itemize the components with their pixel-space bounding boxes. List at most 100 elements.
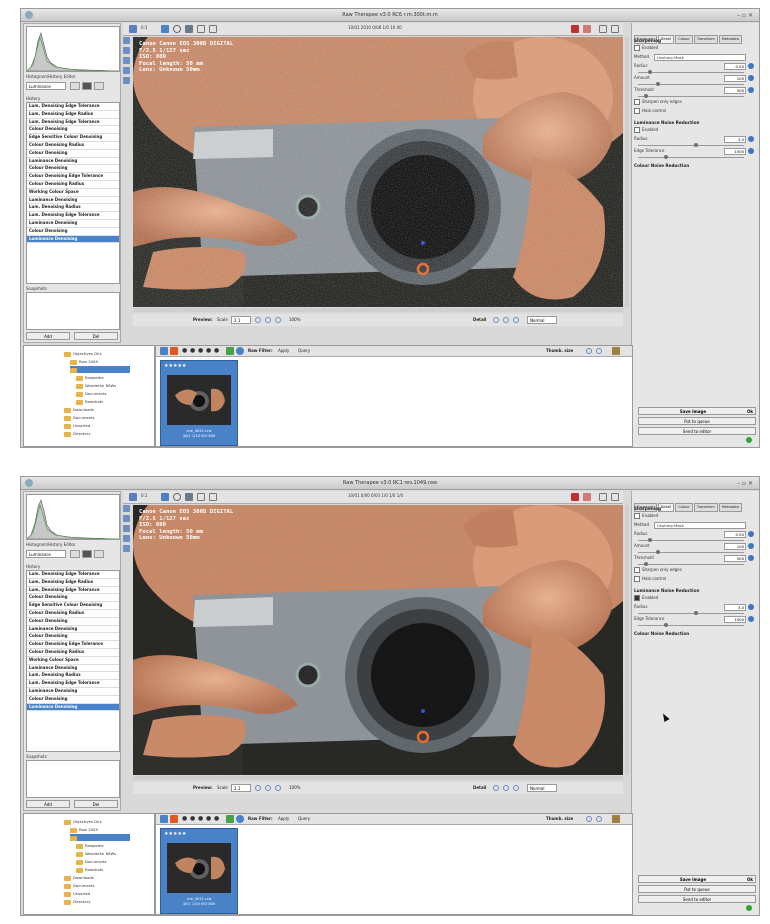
amount-slider[interactable]: Amount 100	[634, 543, 756, 555]
detail-select[interactable]: Normal	[527, 784, 557, 792]
history-item[interactable]: Luminance Denoising	[27, 665, 119, 673]
luminance-nr-enabled[interactable]: Enabled	[634, 127, 756, 136]
folder-item[interactable]: Rawpedia	[76, 374, 104, 381]
folder-item[interactable]: Downloads	[64, 406, 94, 413]
tool-icon[interactable]	[123, 57, 130, 64]
apply-label[interactable]: Apply	[278, 348, 289, 353]
threshold-slider[interactable]: Threshold 500	[634, 555, 756, 567]
window-controls[interactable]: – ▫ ✕	[737, 10, 753, 22]
radius-slider[interactable]: Radius 0.50	[634, 63, 756, 75]
snapshot-add-button[interactable]: Add	[26, 800, 70, 808]
threshold-slider[interactable]: Threshold 500	[634, 87, 756, 99]
clip-shadow-icon[interactable]	[583, 493, 591, 501]
horizontal-scrollbar[interactable]	[133, 776, 623, 780]
zoom-in-icon[interactable]	[255, 785, 261, 791]
detail-zoom-fit-icon[interactable]	[513, 785, 519, 791]
folder-item[interactable]: Rawpedia	[76, 842, 104, 849]
hist-btn-3[interactable]	[94, 550, 104, 558]
tool-icon[interactable]	[123, 67, 130, 74]
history-item[interactable]: Lum. Denoising Edge Radius	[27, 111, 119, 119]
folder-item[interactable]	[70, 366, 130, 373]
folder-item[interactable]: Objectives Dirs	[64, 350, 102, 357]
folder-item[interactable]: Wonderful RAWs	[76, 850, 116, 857]
history-item[interactable]: Colour Denoising Edge Tolerance	[27, 173, 119, 181]
history-item[interactable]: Colour Denoising Radius	[27, 142, 119, 150]
folder-item[interactable]: Documents	[76, 390, 107, 397]
edge-tolerance-slider[interactable]: Edge Tolerance 1500	[634, 616, 756, 628]
save-image-button[interactable]: Save Image Ok	[638, 407, 756, 415]
scale-select[interactable]: 2.1	[231, 784, 251, 792]
history-item[interactable]: Luminance Denoising	[27, 235, 119, 244]
folder-item[interactable]: Raw 2009	[70, 826, 98, 833]
vertical-scrollbar[interactable]	[625, 37, 629, 307]
method-select[interactable]: Unsharp Mask	[654, 54, 746, 61]
history-item[interactable]: Colour Denoising	[27, 126, 119, 135]
rank-star-icon[interactable]: ●	[182, 816, 187, 822]
zoom-out-icon[interactable]	[265, 317, 271, 323]
folder-item[interactable]: Raw 2009	[70, 358, 98, 365]
thumbnail-rating[interactable]: ★★★★★	[164, 363, 186, 369]
vertical-scrollbar[interactable]	[625, 505, 629, 775]
browse-icon[interactable]	[612, 347, 620, 355]
warning-icon[interactable]	[209, 493, 217, 501]
folder-item[interactable]: Documents	[64, 414, 95, 421]
history-item[interactable]: Colour Denoising	[27, 228, 119, 236]
folder-item[interactable]: Documents	[76, 858, 107, 865]
zoom-fit-icon[interactable]	[275, 317, 281, 323]
lum-radius-slider[interactable]: Radius 3.0	[634, 604, 756, 616]
sharpen-edges-checkbox[interactable]: Sharpen only edges	[634, 99, 756, 108]
sharpen-edges-checkbox[interactable]: Sharpen only edges	[634, 567, 756, 576]
query-label[interactable]: Query	[298, 816, 310, 821]
folder-item[interactable]: Downloads	[64, 874, 94, 881]
history-item[interactable]: Luminance Denoising	[27, 220, 119, 228]
scale-select[interactable]: 2.1	[231, 316, 251, 324]
clip-shadow-icon[interactable]	[583, 25, 591, 33]
tag-icon[interactable]	[226, 347, 234, 355]
queue-button[interactable]: Put to queue	[638, 885, 756, 893]
undo-icon[interactable]	[599, 25, 607, 33]
rank-star-icon[interactable]: ●	[182, 348, 187, 354]
history-item[interactable]: Colour Denoising Radius	[27, 181, 119, 189]
clip-highlight-icon[interactable]	[571, 493, 579, 501]
queue-button[interactable]: Put to queue	[638, 417, 756, 425]
history-item[interactable]: Luminance Denoising	[27, 688, 119, 696]
hand-tool-icon[interactable]	[129, 25, 137, 33]
snapshot-list[interactable]	[26, 292, 120, 330]
thumb-zoom-in-icon[interactable]	[586, 816, 592, 822]
history-item[interactable]: Lum. Denoising Edge Radius	[27, 579, 119, 587]
history-item[interactable]: Lum. Denoising Edge Tolerance	[27, 680, 119, 688]
halo-control-checkbox[interactable]: Halo control	[634, 108, 756, 117]
detail-zoom-fit-icon[interactable]	[513, 317, 519, 323]
zoom-fit-icon[interactable]	[275, 785, 281, 791]
luminance-nr-section[interactable]: Luminance Noise Reduction	[634, 120, 756, 125]
window-controls[interactable]: – ▫ ✕	[737, 478, 753, 490]
image-preview[interactable]: Canon Canon EOS 300D DIGITAL F/2.5 1/127…	[133, 505, 623, 775]
rank-star-icon[interactable]: ●	[214, 348, 219, 354]
detail-zoom-out-icon[interactable]	[503, 785, 509, 791]
send-editor-button[interactable]: Send to editor	[638, 427, 756, 435]
crop-icon[interactable]	[161, 493, 169, 501]
send-editor-button[interactable]: Send to editor	[638, 895, 756, 903]
sharpening-enabled[interactable]: Enabled	[634, 45, 756, 54]
tool-icon[interactable]	[123, 505, 130, 512]
folder-item[interactable]: Directory	[64, 430, 91, 437]
hist-btn-3[interactable]	[94, 82, 104, 90]
history-item[interactable]: Lum. Denoising Edge Tolerance	[27, 587, 119, 595]
tool-icon[interactable]	[123, 525, 130, 532]
rank-star-icon[interactable]: ●	[214, 816, 219, 822]
folder-item[interactable]: Documents	[64, 882, 95, 889]
tool-icon[interactable]	[123, 37, 130, 44]
halo-control-checkbox[interactable]: Halo control	[634, 576, 756, 585]
history-item[interactable]: Colour Denoising	[27, 633, 119, 642]
detail-zoom-out-icon[interactable]	[503, 317, 509, 323]
query-label[interactable]: Query	[298, 348, 310, 353]
history-item[interactable]: Colour Denoising Edge Tolerance	[27, 641, 119, 649]
colour-nr-section[interactable]: Colour Noise Reduction	[634, 631, 756, 636]
tool-icon[interactable]	[123, 77, 130, 84]
folder-item[interactable]: Rawshots	[76, 398, 103, 405]
browse-icon[interactable]	[612, 815, 620, 823]
history-item[interactable]: Lum. Denoising Edge Tolerance	[27, 212, 119, 220]
image-preview[interactable]: Canon Canon EOS 300D DIGITAL F/2.5 1/127…	[133, 37, 623, 307]
detail-select[interactable]: Normal	[527, 316, 557, 324]
history-item[interactable]: Colour Denoising	[27, 165, 119, 174]
